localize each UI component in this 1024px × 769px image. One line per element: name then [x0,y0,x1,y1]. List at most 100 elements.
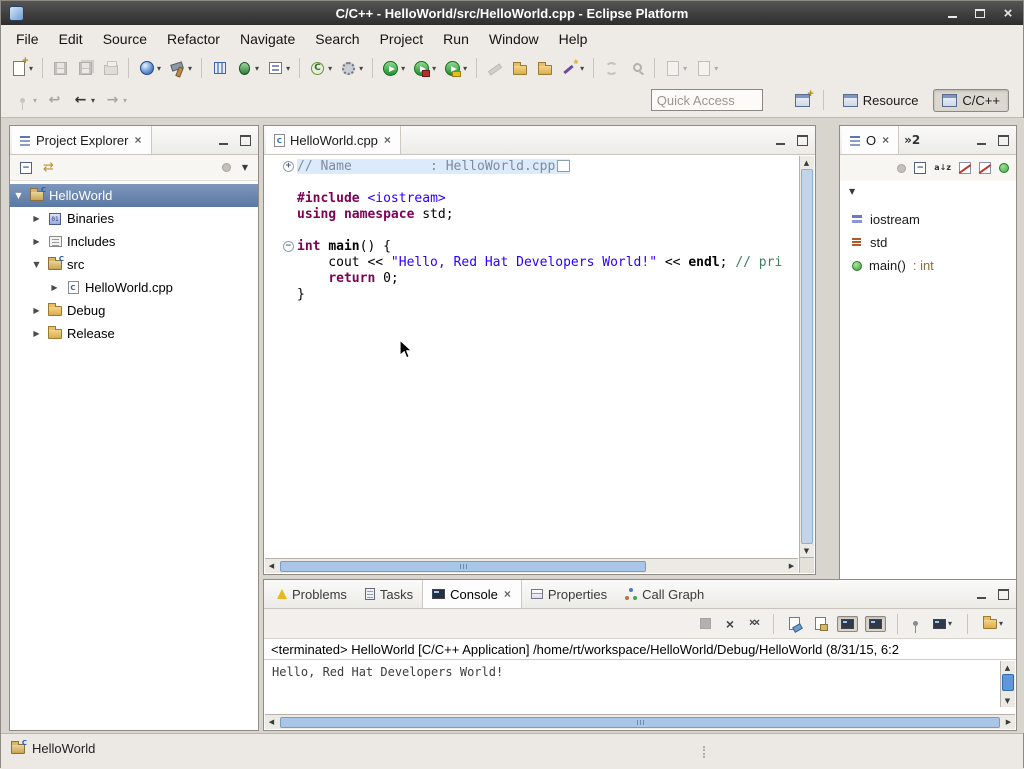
run-button[interactable]: ▾ [379,58,408,79]
next-annotation-button[interactable]: ▾ [661,58,690,79]
collapse-arrow-icon[interactable]: ▶ [28,306,45,315]
scroll-left-arrow-icon[interactable]: ◀ [265,560,278,573]
folded-region-box[interactable] [557,160,570,172]
menu-navigate[interactable]: Navigate [231,28,304,50]
save-button[interactable] [49,58,72,79]
pin-editor-button[interactable]: ▾ [11,90,40,111]
maximize-view-icon[interactable] [998,135,1009,146]
collapse-all-icon[interactable] [914,162,926,174]
code-line[interactable]: // Name : HelloWorld.cpp [265,159,799,175]
tree-row-helloworld-cpp[interactable]: ▶ HelloWorld.cpp [10,276,258,299]
editor-horizontal-scrollbar[interactable]: ◀ ▶ [265,558,798,573]
tree-row-includes[interactable]: ▶ Includes [10,230,258,253]
tree-row-helloworld[interactable]: ▼ HelloWorld [10,184,258,207]
show-on-stdout-button[interactable] [837,616,858,632]
tab-problems[interactable]: Problems [268,580,356,608]
editor-tab-close-icon[interactable]: × [383,134,392,146]
collapse-arrow-icon[interactable]: ▶ [28,237,45,246]
code-editor-area[interactable]: // Name : HelloWorld.cpp #include <iostr… [265,156,799,557]
hide-static-members-icon[interactable] [979,162,991,174]
fold-expanded-icon[interactable] [283,241,294,252]
hide-non-public-icon[interactable] [999,163,1009,173]
remove-all-launches-button[interactable] [745,615,762,632]
menu-refactor[interactable]: Refactor [158,28,229,50]
code-line[interactable]: #include <iostream> [265,191,799,207]
previous-annotation-button[interactable]: ▾ [692,58,721,79]
fold-collapsed-icon[interactable] [283,161,294,172]
code-line[interactable]: cout << "Hello, Red Hat Developers World… [265,255,799,271]
minimize-view-icon[interactable] [218,135,229,146]
scrollbar-thumb[interactable] [280,717,1000,728]
binary-view-button[interactable] [208,58,231,79]
show-on-stderr-button[interactable] [865,616,886,632]
last-edit-location-button[interactable]: ↩ [43,90,66,111]
perspective-cpp-button[interactable]: C/C++ [933,89,1009,112]
pin-console-button[interactable] [909,618,922,629]
tree-row-src[interactable]: ▼ src [10,253,258,276]
menu-window[interactable]: Window [480,28,548,50]
perspective-resource-button[interactable]: Resource [834,89,928,112]
console-tab-close-icon[interactable]: × [503,588,512,600]
outline-item-main[interactable]: main() : int [840,254,1016,277]
save-all-button[interactable] [74,58,97,79]
tree-row-release[interactable]: ▶ Release [10,322,258,345]
external-tools-button[interactable]: ▾ [410,58,439,79]
outline-tab-close-icon[interactable]: × [881,134,890,146]
editor-tab-helloworld-cpp[interactable]: HelloWorld.cpp × [266,126,401,154]
console-vertical-scrollbar[interactable]: ▲ ▼ [1000,661,1015,707]
scroll-left-arrow-icon[interactable]: ◀ [265,716,278,729]
new-class-button[interactable]: ▾ [306,58,335,79]
minimize-button[interactable] [945,6,959,20]
code-line[interactable]: } [265,287,799,303]
debug-button[interactable]: ▾ [233,58,262,79]
collapse-arrow-icon[interactable]: ▶ [28,329,45,338]
console-output[interactable]: Hello, Red Hat Developers World! [264,660,1016,684]
build-all-button[interactable]: ▾ [166,58,195,79]
scroll-down-arrow-icon[interactable]: ▼ [800,544,813,557]
menu-search[interactable]: Search [306,28,368,50]
mark-occurrences-button[interactable] [483,58,506,79]
focus-task-icon[interactable] [222,163,231,172]
focus-icon[interactable] [897,164,906,173]
open-element-button[interactable] [508,58,531,79]
title-bar[interactable]: C/C++ - HelloWorld/src/HelloWorld.cpp - … [1,1,1023,25]
tab-properties[interactable]: Properties [522,580,616,608]
link-with-editor-icon[interactable] [43,161,54,174]
outline-item-std[interactable]: std [840,231,1016,254]
quick-fix-button[interactable]: ▾ [558,58,587,79]
scrollbar-thumb[interactable] [280,561,646,572]
scroll-up-arrow-icon[interactable]: ▲ [1001,661,1014,674]
menu-run[interactable]: Run [434,28,478,50]
tab-console[interactable]: Console × [422,580,522,608]
hidden-views-chevron[interactable]: »2 [899,133,925,147]
new-cpp-project-button[interactable]: ▾ [135,58,164,79]
maximize-view-icon[interactable] [240,135,251,146]
menu-file[interactable]: File [7,28,48,50]
minimize-view-icon[interactable] [775,135,786,146]
maximize-view-icon[interactable] [797,135,808,146]
tab-call-graph[interactable]: Call Graph [616,580,713,608]
hide-fields-icon[interactable] [959,162,971,174]
menu-edit[interactable]: Edit [50,28,92,50]
scroll-lock-button[interactable] [811,614,830,633]
outline-tab[interactable]: O × [842,126,899,154]
back-button[interactable]: ←▾ [69,90,98,111]
code-line[interactable] [265,223,799,239]
close-button[interactable]: × [1001,6,1015,20]
quick-access-input[interactable] [651,89,763,111]
code-line[interactable] [265,175,799,191]
minimize-view-icon[interactable] [976,589,987,600]
open-resource-button[interactable] [533,58,556,79]
menu-project[interactable]: Project [371,28,433,50]
code-line[interactable]: using namespace std; [265,207,799,223]
scrollbar-thumb[interactable] [801,169,813,544]
project-explorer-close-icon[interactable]: × [133,134,142,146]
code-line[interactable]: int main() { [265,239,799,255]
maximize-button[interactable] [973,6,987,20]
print-button[interactable] [99,58,122,79]
debug-configurations-button[interactable]: ▾ [264,58,293,79]
maximize-view-icon[interactable] [998,589,1009,600]
view-menu-icon[interactable] [242,163,248,172]
clear-console-button[interactable] [785,614,804,633]
scrollbar-thumb[interactable] [1002,674,1014,691]
